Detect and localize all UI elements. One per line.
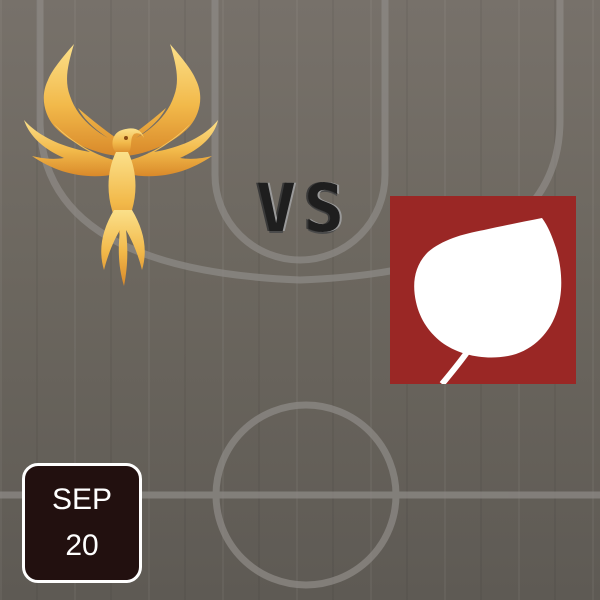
tail-feathers: [101, 210, 145, 286]
aspen-leaf-icon: [390, 196, 576, 384]
game-card: VS SEP 20: [0, 0, 600, 600]
date-badge: SEP 20: [22, 463, 142, 583]
phoenix-icon: [24, 44, 218, 286]
date-month: SEP: [51, 483, 113, 516]
leaf-blade: [414, 218, 562, 358]
date-day: 20: [65, 529, 99, 562]
left-wing: [43, 44, 122, 156]
vs-separator: VS: [256, 170, 352, 247]
right-wing: [122, 44, 201, 156]
leaf-stem: [439, 346, 473, 384]
